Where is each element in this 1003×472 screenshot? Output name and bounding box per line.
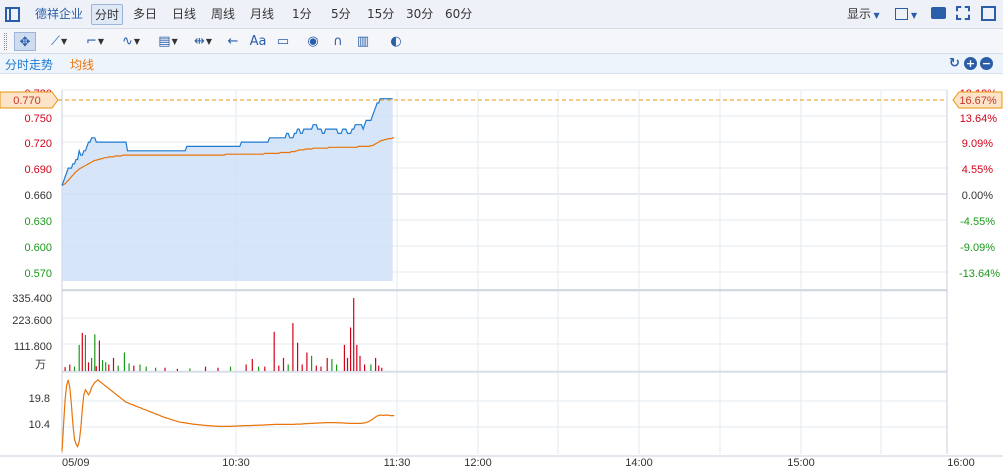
tab-60min[interactable]: 60分 <box>445 4 472 25</box>
volume-tick: 111.800 <box>14 341 52 353</box>
price-right-axis: 18.18% 13.64% 9.09% 4.55% 0.00% -4.55% -… <box>959 88 1000 280</box>
range-tool-icon[interactable]: ⇹▼ <box>188 32 218 51</box>
price-tick: 0.720 <box>24 138 52 150</box>
pct-tick: -13.64% <box>959 268 1000 280</box>
eye-icon[interactable]: ◉ <box>304 32 322 51</box>
pct-tick: -4.55% <box>960 216 995 228</box>
tab-1min[interactable]: 1分 <box>292 4 312 25</box>
time-label: 14:00 <box>625 457 653 469</box>
indicator-line <box>61 379 395 452</box>
display-label: 显示 <box>847 7 872 21</box>
price-tick: 0.660 <box>24 190 52 202</box>
tab-30min[interactable]: 30分 <box>406 4 433 25</box>
volume-tick: 335.400 <box>12 293 52 305</box>
layout-icon[interactable] <box>981 6 996 21</box>
volume-bars <box>64 298 383 371</box>
caret-down-icon: ▼ <box>871 11 880 20</box>
time-label: 10:30 <box>222 457 250 469</box>
arrow-left-icon[interactable]: ← <box>225 32 241 51</box>
price-tick: 0.750 <box>24 113 52 125</box>
tab-5min[interactable]: 5分 <box>331 4 351 25</box>
price-tick: 0.630 <box>24 216 52 228</box>
refresh-icon[interactable]: ↻ <box>948 57 961 70</box>
volume-axis: 335.400 223.600 111.800 万 <box>12 293 52 371</box>
time-label: 05/09 <box>62 457 90 469</box>
pct-tick: -9.09% <box>960 242 995 254</box>
current-price-marker: 0.770 16.67% <box>0 91 1003 109</box>
magnet-icon[interactable]: ∩ <box>329 32 347 51</box>
toolbox-icon[interactable] <box>931 7 946 19</box>
current-price-label: 0.770 <box>13 95 41 107</box>
fullscreen-icon[interactable] <box>956 6 970 20</box>
trash-icon[interactable]: ▥ <box>354 32 372 51</box>
polyline-tool-icon[interactable]: ⌐▼ <box>80 32 110 51</box>
sidebar-toggle-icon[interactable] <box>5 7 20 22</box>
move-cross-icon[interactable]: ✥ <box>14 32 36 51</box>
price-area-fill <box>62 98 393 281</box>
drawing-toolbar: ✥ ⟋▼ ⌐▼ ∿▼ ▤▼ ⇹▼ ← Aa ▭ ◉ ∩ ▥ ◐ <box>0 29 1003 54</box>
pct-tick: 4.55% <box>962 164 993 176</box>
time-axis: 05/09 10:30 11:30 12:00 14:00 15:00 16:0… <box>62 457 975 469</box>
price-tick: 0.570 <box>24 268 52 280</box>
zoom-out-icon[interactable]: − <box>980 57 993 70</box>
tab-weekly[interactable]: 周线 <box>211 4 235 25</box>
time-label: 16:00 <box>947 457 975 469</box>
price-tick: 0.600 <box>24 242 52 254</box>
price-tick: 0.690 <box>24 164 52 176</box>
pct-tick: 13.64% <box>960 113 998 125</box>
toolbar-grip-icon <box>4 33 7 50</box>
volume-unit: 万 <box>35 359 46 371</box>
indicator-axis: 19.8 10.4 <box>29 393 50 431</box>
price-left-axis: 0.780 0.750 0.720 0.690 0.660 0.630 0.60… <box>24 88 52 280</box>
volume-tick: 223.600 <box>12 315 52 327</box>
indicator-series <box>61 379 395 452</box>
tab-15min[interactable]: 15分 <box>367 4 394 25</box>
text-tool[interactable]: Aa <box>247 32 269 51</box>
zoom-in-icon[interactable]: + <box>964 57 977 70</box>
wave-tool-icon[interactable]: ∿▼ <box>115 32 147 51</box>
time-label: 15:00 <box>787 457 815 469</box>
toggle-icon[interactable]: ◐ <box>386 32 406 51</box>
time-label: 12:00 <box>464 457 492 469</box>
tab-multi-day[interactable]: 多日 <box>133 4 157 25</box>
price-area <box>62 98 393 281</box>
tab-daily[interactable]: 日线 <box>172 4 196 25</box>
legend-price: 分时走势 <box>5 58 54 72</box>
stock-name[interactable]: 德祥企业 <box>35 4 83 25</box>
indicator-tick: 19.8 <box>29 393 50 405</box>
pct-tick: 9.09% <box>962 138 993 150</box>
intraday-chart[interactable]: 0.780 0.750 0.720 0.690 0.660 0.630 0.60… <box>0 74 1003 472</box>
fib-tool-icon[interactable]: ▤▼ <box>152 32 184 51</box>
legend-avg: 均线 <box>70 58 95 72</box>
caret-down-icon[interactable]: ▼ <box>911 11 917 20</box>
line-tool-icon[interactable]: ⟋▼ <box>44 32 74 51</box>
tab-fenshi[interactable]: 分时 <box>91 4 124 25</box>
indicator-tick: 10.4 <box>29 419 50 431</box>
pct-tick: 0.00% <box>962 190 993 202</box>
display-menu[interactable]: 显示 ▼ <box>847 4 880 25</box>
time-label: 11:30 <box>384 457 411 469</box>
current-pct-label: 16.67% <box>959 95 997 107</box>
legend-row: 分时走势 均线 ↻ + − <box>0 54 1003 74</box>
window-icon[interactable] <box>895 8 908 20</box>
comment-icon[interactable]: ▭ <box>274 32 292 51</box>
period-toolbar: 德祥企业 分时 多日 日线 周线 月线 1分 5分 15分 30分 60分 显示… <box>0 0 1003 29</box>
tab-monthly[interactable]: 月线 <box>250 4 274 25</box>
